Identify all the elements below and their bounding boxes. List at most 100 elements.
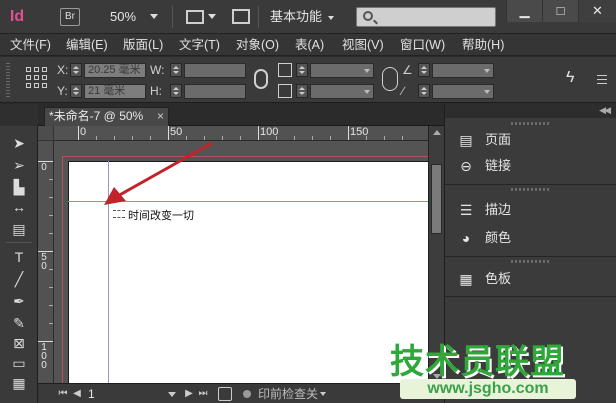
scrollbar-thumb[interactable] [431,164,442,234]
page-number: 1 [88,387,95,401]
scale-y-stepper[interactable] [296,84,308,98]
menu-file[interactable]: 文件(F) [10,37,51,53]
pencil-tool-icon[interactable]: ✎ [9,314,29,332]
panel-menu-icon[interactable] [594,73,608,85]
panel-swatches[interactable]: ▦ 色板 [445,267,616,291]
menu-layout[interactable]: 版面(L) [123,37,163,53]
swatches-icon: ▦ [459,271,473,287]
link-scale-icon[interactable] [382,67,398,91]
site-watermark: 技术员联盟 www.jsgho.com [390,334,610,402]
tool-divider [6,242,32,243]
menu-view[interactable]: 视图(V) [342,37,384,53]
ruler-v-label: 0 [41,162,47,173]
document-canvas[interactable]: 时间改变一切 [54,141,428,383]
view-options-icon[interactable] [186,10,204,24]
selection-tool-icon[interactable]: ➤ [9,134,29,152]
menu-edit[interactable]: 编辑(E) [66,37,108,53]
panel-grip[interactable] [6,63,10,97]
minimize-button[interactable]: ▁ [506,0,542,22]
screen-mode-icon[interactable] [232,9,250,24]
panel-label: 页面 [485,132,512,147]
lightning-icon[interactable]: ϟ [566,69,574,87]
scale-x-stepper[interactable] [296,63,308,77]
y-field[interactable]: 21 毫米 [84,84,146,99]
panel-stroke[interactable]: ☰ 描边 [445,198,616,222]
maximize-button[interactable]: □ [542,0,578,22]
chevron-down-icon [150,14,158,19]
pen-tool-icon[interactable]: ✒ [9,292,29,310]
ruler-origin[interactable] [38,126,54,141]
zoom-dropdown[interactable]: 50% [110,8,160,26]
w-field[interactable] [184,63,246,78]
content-collector-icon[interactable]: ▤ [9,220,29,238]
ruler-v-label: 0 [41,360,47,371]
chevron-down-icon[interactable] [320,392,326,396]
stroke-icon: ☰ [459,202,473,218]
panel-grip[interactable] [511,122,551,125]
scale-x-field[interactable] [310,63,374,78]
horizontal-ruler[interactable]: 0 50 100 150 [54,126,428,141]
menu-type[interactable]: 文字(T) [179,37,220,53]
panel-color[interactable]: ◕ 颜色 [445,226,616,250]
next-page-icon[interactable]: ▶ [184,388,194,400]
first-page-icon[interactable]: ⏮ [58,388,68,400]
rectangle-frame-tool-icon[interactable]: ⊠ [9,334,29,352]
menu-table[interactable]: 表(A) [295,37,324,53]
annotation-arrow [104,141,213,205]
gap-tool-icon[interactable]: ↔ [9,198,29,216]
x-label: X: [57,63,69,77]
x-field[interactable]: 20.25 毫米 [84,63,146,78]
panel-grip[interactable] [511,188,551,191]
document-tab-title: *未命名-7 @ 50% [49,109,144,123]
search-input[interactable] [356,7,496,27]
collapse-panels-icon[interactable]: ◀◀ [599,105,611,116]
ruler-h-label: 50 [170,126,183,138]
preflight-status-dot [243,390,251,398]
scale-y-icon [278,84,292,98]
panel-pages[interactable]: ▤ 页面 [445,128,616,152]
previous-page-icon[interactable]: ◀ [72,388,82,400]
document-tab[interactable]: *未命名-7 @ 50% × [44,107,169,126]
menu-window[interactable]: 窗口(W) [400,37,445,53]
h-label: H: [150,84,162,98]
rotate-stepper[interactable] [418,63,430,77]
page-tool-icon[interactable]: ▙ [9,178,29,196]
reference-point-icon[interactable] [26,67,48,89]
search-icon [363,11,373,21]
shear-stepper[interactable] [418,84,430,98]
direct-selection-tool-icon[interactable]: ➢ [9,156,29,174]
scissors-tool-icon[interactable]: ▦ [9,374,29,392]
panel-links[interactable]: ⊖ 链接 [445,154,616,178]
rectangle-tool-icon[interactable]: ▭ [9,354,29,372]
x-stepper[interactable] [70,63,82,77]
menu-object[interactable]: 对象(O) [236,37,279,53]
constrain-proportions-icon[interactable] [254,69,268,89]
line-tool-icon[interactable]: ╱ [9,270,29,288]
toolbox-header [0,104,38,126]
chevron-down-icon[interactable] [208,14,216,19]
bridge-button[interactable]: Br [60,8,80,26]
menu-help[interactable]: 帮助(H) [462,37,504,53]
chevron-down-icon [328,16,334,20]
workspace-switcher[interactable]: 基本功能 [270,8,350,26]
scale-y-field[interactable] [310,84,374,99]
scroll-up-icon[interactable] [433,130,441,135]
page-number-field[interactable]: 1 [88,386,176,402]
close-button[interactable]: ✕ [578,0,616,22]
w-stepper[interactable] [170,63,182,77]
panel-dock-header[interactable]: ◀◀ [445,104,616,118]
rotate-field[interactable] [432,63,494,78]
h-stepper[interactable] [170,84,182,98]
shear-field[interactable] [432,84,494,99]
h-field[interactable] [184,84,246,99]
type-tool-icon[interactable]: T [9,248,29,266]
preflight-icon[interactable] [218,387,232,401]
workspace-label: 基本功能 [270,9,323,24]
y-stepper[interactable] [70,84,82,98]
panel-label: 色板 [485,271,512,286]
close-tab-icon[interactable]: × [157,108,164,125]
last-page-icon[interactable]: ⏭ [198,388,208,400]
scale-x-icon [278,63,292,77]
panel-grip[interactable] [511,260,551,263]
vertical-ruler[interactable]: 0 5 0 1 0 0 [38,141,54,383]
